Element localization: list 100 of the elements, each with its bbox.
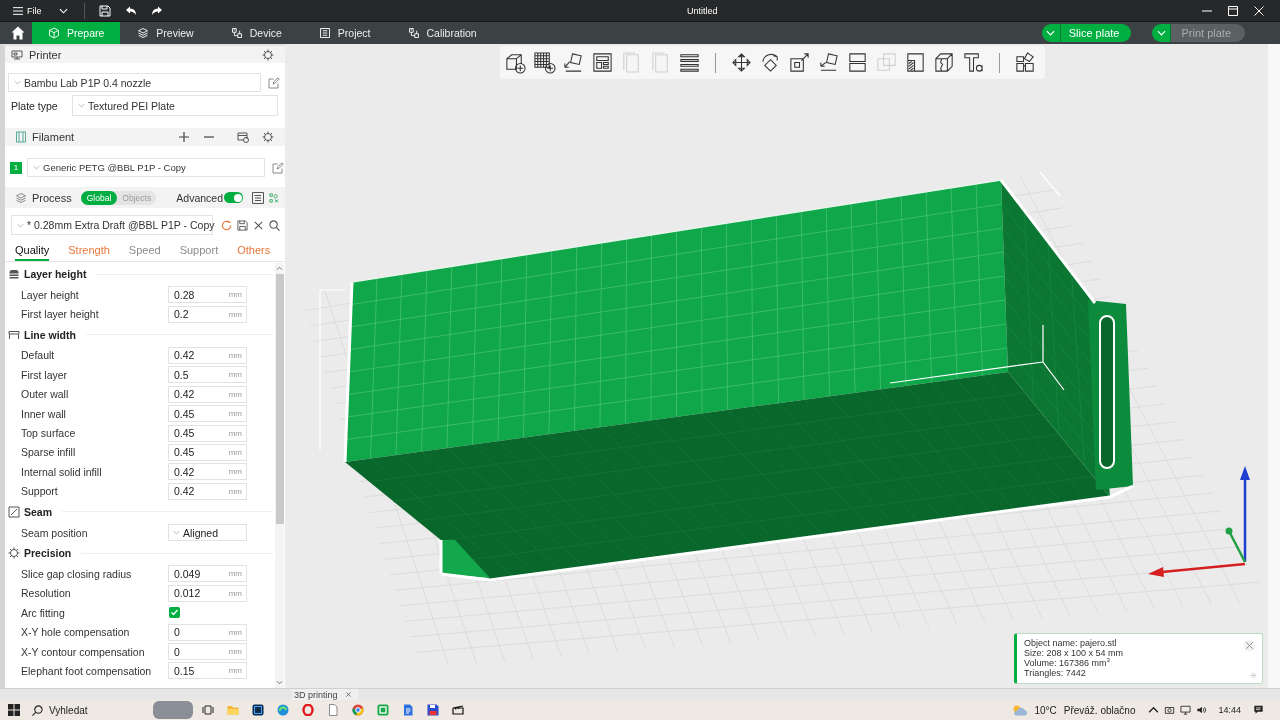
document-lines-icon[interactable]	[402, 704, 414, 716]
search-icon[interactable]	[269, 219, 280, 231]
ring-app-icon[interactable]	[302, 704, 314, 716]
advanced-switch[interactable]	[224, 192, 243, 203]
swirl-app-icon[interactable]	[277, 704, 289, 716]
list-view-icon[interactable]	[252, 191, 264, 204]
setting-label: Resolution	[21, 587, 72, 600]
framed-square-app-icon[interactable]	[377, 704, 389, 716]
browser-ball-icon[interactable]	[352, 704, 364, 716]
dropdown-button[interactable]	[1152, 24, 1172, 42]
file-menu[interactable]: File	[13, 5, 42, 16]
scrollbar-thumb[interactable]	[275, 274, 284, 524]
settings-tab[interactable]: Speed	[128, 241, 161, 261]
main-tab[interactable]: Project	[301, 22, 391, 44]
main-tab[interactable]: Calibration	[390, 22, 497, 44]
cube-plus-icon[interactable]	[504, 51, 527, 74]
image-placeholder[interactable]	[153, 701, 193, 719]
number-field[interactable]: 0.28 mm	[168, 286, 247, 304]
advanced-label: Advanced	[176, 191, 223, 204]
dropdown-field[interactable]: Aligned	[168, 524, 247, 542]
filament-preset-dropdown[interactable]: Generic PETG @BBL P1P - Copy	[27, 158, 265, 177]
main-tab[interactable]: Preview	[120, 22, 214, 44]
process-preset-dropdown[interactable]: * 0.28mm Extra Draft @BBL P1P - Copy	[11, 215, 213, 235]
chevron-up-icon[interactable]	[1148, 705, 1160, 715]
settings-tab[interactable]: Support	[179, 241, 219, 261]
split-icon[interactable]	[846, 51, 869, 74]
number-field[interactable]: 0.049 mm	[168, 565, 247, 583]
scroll-down-icon[interactable]	[276, 680, 283, 685]
monitor-icon[interactable]	[1180, 705, 1192, 715]
browser-tab[interactable]: 3D printing	[292, 689, 358, 700]
task-view-icon[interactable]	[202, 704, 214, 716]
scrollbar[interactable]	[275, 263, 284, 688]
number-field[interactable]: 0.012 mm	[168, 584, 247, 602]
number-field[interactable]: 0.45 mm	[168, 405, 247, 423]
lay-flat-icon[interactable]	[817, 51, 840, 74]
dropdown-button[interactable]	[1041, 24, 1061, 42]
maximize-icon[interactable]	[1228, 5, 1238, 16]
group-title: Layer height	[24, 268, 87, 280]
reset-icon[interactable]	[221, 219, 232, 231]
text-tool-icon[interactable]	[962, 51, 985, 74]
clock-time[interactable]: 14:44	[1218, 705, 1241, 715]
printer-preset-dropdown[interactable]: Bambu Lab P1P 0.4 nozzle	[8, 73, 261, 92]
puzzle-icon[interactable]	[1014, 51, 1037, 74]
layers-stripes-icon[interactable]	[678, 51, 701, 74]
plus-icon[interactable]	[179, 132, 189, 142]
number-field[interactable]: 0.42 mm	[168, 346, 247, 364]
object-info-text: Object name: pajero.stl	[1024, 638, 1118, 648]
move-icon[interactable]	[730, 51, 753, 74]
chevron-down-icon[interactable]	[58, 7, 68, 14]
settings-icon[interactable]	[262, 131, 274, 143]
redo-icon[interactable]	[150, 4, 163, 17]
scroll-up-icon[interactable]	[276, 266, 283, 271]
temperature-text[interactable]: 10°C	[1034, 704, 1057, 716]
auto-orient-icon[interactable]	[562, 51, 585, 74]
number-field[interactable]: 0.45 mm	[168, 424, 247, 442]
clapper-icon[interactable]	[452, 704, 464, 716]
setting-label: Top surface	[21, 427, 77, 440]
number-field[interactable]: 0.42 mm	[168, 482, 247, 500]
section-title: Process	[32, 191, 72, 204]
home-icon[interactable]	[11, 26, 25, 40]
chevron-down-icon	[17, 222, 24, 228]
3d-viewport[interactable]: Object name: pajero.stl Size: 208 x 100 x 54 mm Volume: 167386 mm$^{3}$ Triangles: 7442	[285, 44, 1268, 688]
setting-label: Slice gap closing radius	[21, 568, 133, 580]
edit-icon[interactable]	[268, 76, 280, 89]
edit-icon[interactable]	[272, 161, 284, 174]
chevron-down-icon	[173, 530, 180, 536]
search-field[interactable]: Vyhledat	[49, 702, 137, 718]
cut-block-icon[interactable]	[904, 51, 927, 74]
number-field[interactable]: 0.15 mm	[168, 662, 247, 680]
number-field[interactable]: 0.42 mm	[168, 385, 247, 403]
number-field[interactable]: 0 mm	[168, 643, 247, 661]
chat-bubble-icon[interactable]	[1253, 705, 1264, 715]
settings-icon[interactable]	[262, 48, 274, 61]
camera-icon[interactable]	[1164, 705, 1176, 715]
cracked-cube-icon[interactable]	[933, 51, 956, 74]
windows-start-icon[interactable]	[8, 704, 20, 716]
scale-icon[interactable]	[788, 51, 811, 74]
save-icon[interactable]	[237, 219, 248, 231]
checkbox[interactable]	[169, 607, 180, 619]
app-square-icon[interactable]	[252, 704, 264, 716]
main-tab[interactable]: Device	[213, 22, 302, 44]
box-model-drawing[interactable]	[319, 171, 1135, 582]
plate-type-dropdown[interactable]: Textured PEI Plate	[72, 95, 278, 116]
setting-label: X-Y contour compensation	[21, 645, 146, 658]
number-field[interactable]: 0.2 mm	[168, 305, 247, 323]
close-icon[interactable]	[253, 219, 264, 231]
setting-label: Support	[21, 485, 59, 498]
number-field[interactable]: 0.42 mm	[168, 463, 247, 481]
settings-tab[interactable]: Quality	[15, 241, 50, 261]
document-icon[interactable]	[327, 704, 339, 716]
volume-icon[interactable]	[1196, 705, 1208, 715]
arrange-icon[interactable]	[591, 51, 614, 74]
undo-icon[interactable]	[124, 4, 137, 17]
search-icon[interactable]	[32, 704, 43, 716]
setting-label: First layer height	[21, 308, 100, 321]
grid-plus-icon[interactable]	[533, 51, 556, 74]
number-field[interactable]: 0 mm	[168, 623, 247, 641]
number-field[interactable]: 0.5 mm	[168, 366, 247, 384]
weather-text[interactable]: Převáž. oblačno	[1063, 704, 1136, 716]
number-field[interactable]: 0.45 mm	[168, 443, 247, 461]
